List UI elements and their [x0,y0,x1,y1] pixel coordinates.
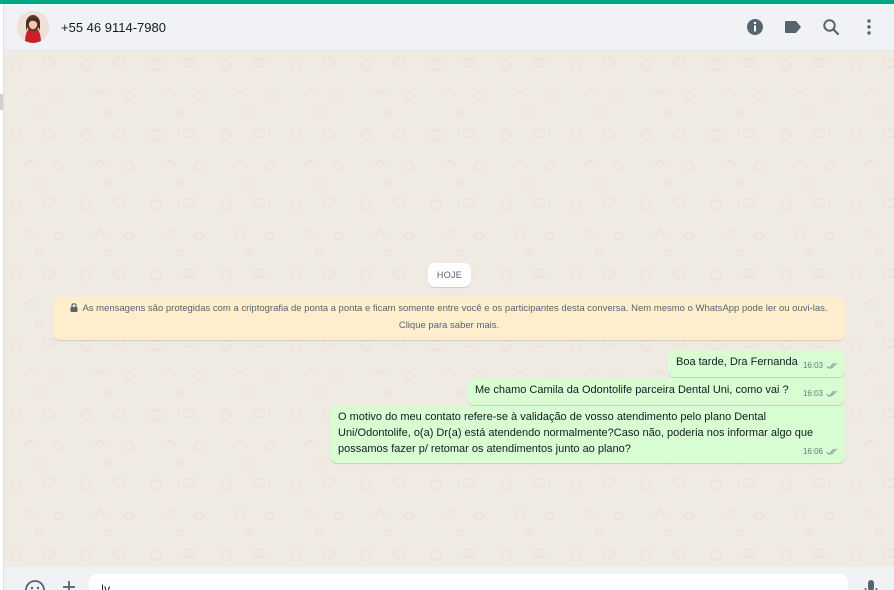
message-bubble[interactable]: Me chamo Camila da Odontolife parceira D… [467,378,845,405]
date-divider: HOJE [428,263,471,287]
plus-icon[interactable] [62,580,76,590]
double-check-icon [826,362,837,370]
avatar[interactable] [17,11,49,43]
menu-dots-icon[interactable] [858,16,880,38]
mic-icon[interactable] [864,579,878,590]
emoji-icon[interactable] [24,579,46,590]
chat-header[interactable]: +55 46 9114-7980 [4,4,894,51]
message-time: 16:03 [802,361,823,370]
message-text: Boa tarde, Dra Fernanda [676,356,798,368]
message-text: Me chamo Camila da Odontolife parceira D… [475,384,789,396]
message-text: O motivo do meu contato refere-se à vali… [338,411,814,455]
contact-info-icon[interactable] [744,16,766,38]
encryption-notice-text: As mensagens são protegidas com a cripto… [82,303,828,331]
composer-bar [4,567,894,590]
message-time: 16:06 [802,447,823,456]
lock-icon [70,302,78,318]
message-bubble[interactable]: O motivo do meu contato refere-se à vali… [330,406,845,463]
message-input[interactable] [89,574,848,590]
message-bubble[interactable]: Boa tarde, Dra Fernanda 16:03 [668,350,845,377]
double-check-icon [826,448,837,456]
double-check-icon [826,390,837,398]
contact-name[interactable]: +55 46 9114-7980 [61,20,166,35]
chat-panel[interactable]: HOJE As mensagens são protegidas com a c… [4,51,894,567]
search-icon[interactable] [820,16,842,38]
message-time: 16:03 [802,389,823,398]
label-icon[interactable] [782,16,804,38]
encryption-notice[interactable]: As mensagens são protegidas com a cripto… [53,297,845,340]
